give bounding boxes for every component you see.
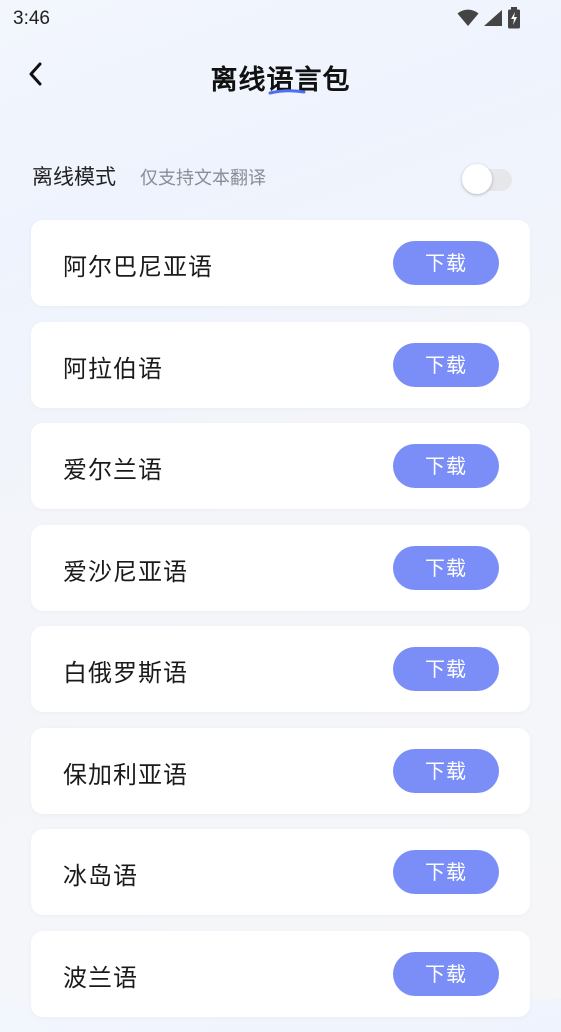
title-underline-decoration (268, 89, 306, 95)
language-list: 阿尔巴尼亚语 下载 阿拉伯语 下载 爱尔兰语 下载 爱沙尼亚语 下载 白俄罗斯语… (31, 220, 530, 1032)
language-name: 阿拉伯语 (63, 354, 163, 383)
battery-icon (507, 7, 521, 33)
wifi-icon (457, 9, 479, 31)
language-name: 阿尔巴尼亚语 (63, 253, 213, 281)
language-name: 保加利亚语 (63, 760, 188, 789)
offline-mode-row: 离线模式 仅支持文本翻译 (32, 155, 512, 197)
language-card: 爱尔兰语 下载 (31, 423, 530, 509)
language-name: 波兰语 (63, 963, 138, 992)
download-button[interactable]: 下载 (393, 748, 499, 793)
download-button[interactable]: 下载 (393, 647, 499, 691)
language-card: 阿尔巴尼亚语 下载 (31, 220, 530, 306)
language-name: 冰岛语 (63, 862, 138, 890)
status-time: 3:46 (13, 8, 50, 29)
language-name: 爱沙尼亚语 (63, 557, 188, 586)
offline-mode-label: 离线模式 (32, 165, 116, 189)
language-card: 爱沙尼亚语 下载 (31, 524, 530, 611)
language-name: 爱尔兰语 (63, 456, 163, 484)
status-icons (457, 7, 521, 33)
offline-mode-toggle[interactable] (462, 159, 512, 194)
header: 离线语言包 (0, 50, 561, 104)
toggle-thumb (462, 164, 492, 194)
language-card: 白俄罗斯语 下载 (31, 626, 530, 712)
language-card: 阿拉伯语 下载 (31, 321, 530, 408)
offline-mode-description: 仅支持文本翻译 (140, 168, 266, 189)
download-button[interactable]: 下载 (393, 850, 499, 894)
download-button[interactable]: 下载 (393, 444, 499, 488)
language-name: 白俄罗斯语 (63, 659, 188, 687)
signal-icon (483, 9, 503, 31)
status-bar: 3:46 (0, 0, 561, 38)
download-button[interactable]: 下载 (393, 545, 499, 590)
language-card: 波兰语 下载 (31, 930, 530, 1017)
download-button[interactable]: 下载 (393, 342, 499, 387)
download-button[interactable]: 下载 (393, 951, 499, 996)
language-card: 冰岛语 下载 (31, 829, 530, 915)
download-button[interactable]: 下载 (393, 241, 499, 285)
language-card: 保加利亚语 下载 (31, 727, 530, 814)
